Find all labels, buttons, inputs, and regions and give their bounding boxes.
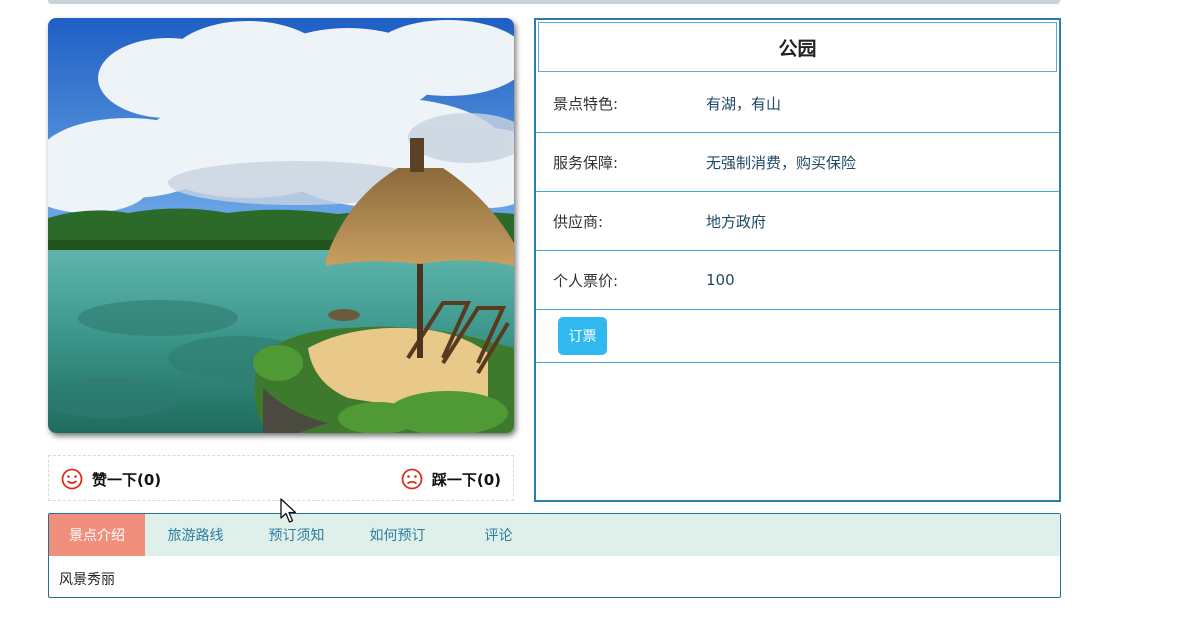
info-row-price: 个人票价: 100 [536,251,1059,310]
book-ticket-button[interactable]: 订票 [558,317,607,355]
vote-bar: 赞一下(0) 踩一下(0) [48,455,514,501]
spot-info-panel: 公园 景点特色: 有湖，有山 服务保障: 无强制消费，购买保险 供应商: 地方政… [534,18,1061,502]
dislike-button[interactable]: 踩一下(0) [401,466,501,492]
tab-comments[interactable]: 评论 [448,514,549,556]
sad-face-icon [401,468,423,490]
dislike-label: 踩一下(0) [431,470,501,489]
tab-route[interactable]: 旅游路线 [145,514,246,556]
tab-bar: 景点介绍 旅游路线 预订须知 如何预订 评论 [49,514,1060,556]
info-row-supplier: 供应商: 地方政府 [536,192,1059,251]
tab-content: 风景秀丽 [59,572,115,588]
smiley-icon [61,468,83,490]
info-row-feature: 景点特色: 有湖，有山 [536,74,1059,133]
spot-title: 公园 [538,22,1057,72]
service-label: 服务保障: [553,153,619,172]
tab-how-to-book[interactable]: 如何预订 [347,514,448,556]
supplier-label: 供应商: [553,212,604,231]
top-strip [48,0,1060,4]
mouse-cursor-icon [280,498,297,523]
book-row: 订票 [536,310,1059,363]
tab-intro[interactable]: 景点介绍 [49,514,145,556]
like-button[interactable]: 赞一下(0) [61,466,161,492]
price-label: 个人票价: [553,271,619,290]
price-value: 100 [706,271,735,289]
service-value: 无强制消费，购买保险 [706,153,857,172]
supplier-value: 地方政府 [706,212,767,231]
feature-value: 有湖，有山 [706,94,782,113]
info-row-service: 服务保障: 无强制消费，购买保险 [536,133,1059,192]
scenic-photo [48,18,514,433]
like-label: 赞一下(0) [92,470,162,489]
feature-label: 景点特色: [553,94,619,113]
detail-tabs-panel: 景点介绍 旅游路线 预订须知 如何预订 评论 风景秀丽 [48,513,1061,598]
